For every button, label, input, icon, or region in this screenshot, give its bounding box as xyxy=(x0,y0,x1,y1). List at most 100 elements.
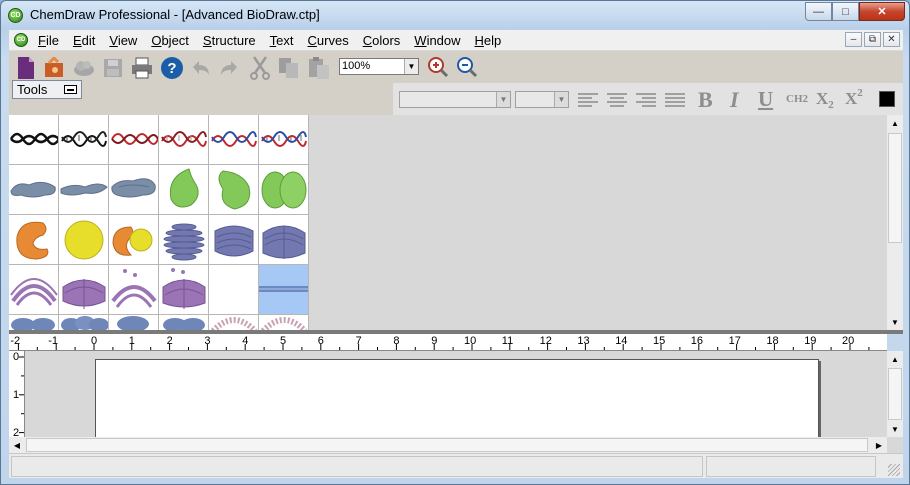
menu-structure[interactable]: Structure xyxy=(203,33,256,48)
status-pane-main xyxy=(11,456,703,477)
menu-text[interactable]: Text xyxy=(270,33,294,48)
minimize-icon: – xyxy=(850,34,857,45)
mdi-minimize-button[interactable]: – xyxy=(845,32,862,47)
golgi-stack-tool[interactable] xyxy=(159,215,209,265)
redo-button[interactable] xyxy=(216,55,242,81)
menu-file[interactable]: File xyxy=(38,33,59,48)
green-cell-2-tool[interactable] xyxy=(209,165,259,215)
document-icon[interactable]: CD xyxy=(14,33,28,47)
er-arc-3-tool[interactable] xyxy=(109,265,159,315)
zoom-in-button[interactable] xyxy=(425,54,451,80)
dna-double-helix-black-tool[interactable] xyxy=(9,115,59,165)
menu-view[interactable]: View xyxy=(109,33,137,48)
ruler-label: 0 xyxy=(13,351,20,363)
save-button[interactable] xyxy=(100,55,126,81)
scroll-right-icon[interactable]: ▶ xyxy=(871,437,887,453)
font-select[interactable]: ▼ xyxy=(399,91,511,108)
menu-help[interactable]: Help xyxy=(475,33,502,48)
chemdraw-app-icon[interactable]: CD xyxy=(8,8,23,23)
resize-grip-icon[interactable] xyxy=(888,464,900,476)
orange-yellow-complex-tool[interactable] xyxy=(109,215,159,265)
open-icon xyxy=(45,57,63,77)
scroll-down-icon[interactable]: ▼ xyxy=(887,314,903,330)
align-center-icon[interactable] xyxy=(606,92,628,108)
lipid-bilayer-2-tool[interactable] xyxy=(259,315,309,330)
green-cell-tool[interactable] xyxy=(159,165,209,215)
title-bar[interactable]: CD ChemDraw Professional - [Advanced Bio… xyxy=(1,1,909,29)
ruler-label: 1 xyxy=(13,388,20,401)
canvas-vertical-scrollbar[interactable]: ▲ ▼ xyxy=(887,351,903,437)
scroll-left-icon[interactable]: ◀ xyxy=(9,437,25,453)
scrollbar-thumb[interactable] xyxy=(888,133,902,243)
rna-helix-red-tool[interactable] xyxy=(109,115,159,165)
green-cell-3-tool[interactable] xyxy=(259,165,309,215)
grey-membrane-3-tool[interactable] xyxy=(109,165,159,215)
underline-button[interactable]: U xyxy=(758,87,773,112)
close-button[interactable]: ✕ xyxy=(859,2,905,21)
scroll-down-icon[interactable]: ▼ xyxy=(887,421,903,437)
scrollbar-thumb[interactable] xyxy=(26,438,868,452)
scrollbar-corner xyxy=(887,437,903,453)
cut-button[interactable] xyxy=(247,55,273,81)
subscript-button[interactable]: X2 xyxy=(816,89,834,111)
document-page[interactable] xyxy=(95,359,819,437)
new-document-button[interactable] xyxy=(13,55,39,81)
open-button[interactable] xyxy=(42,55,68,81)
palette-vertical-scrollbar[interactable]: ▲ ▼ xyxy=(887,115,903,330)
justify-icon[interactable] xyxy=(664,92,686,108)
blue-receptor-tool[interactable] xyxy=(9,315,59,330)
grey-membrane-tool[interactable] xyxy=(9,165,59,215)
er-arc-4-tool[interactable] xyxy=(159,265,209,315)
dna-helix-black-tool[interactable] xyxy=(59,115,109,165)
superscript-button[interactable]: X2 xyxy=(845,87,863,109)
drawing-canvas-area[interactable] xyxy=(25,351,887,437)
menu-colors[interactable]: Colors xyxy=(363,33,401,48)
menu-object[interactable]: Object xyxy=(151,33,189,48)
menu-edit[interactable]: Edit xyxy=(73,33,95,48)
membrane-tool-selected[interactable] xyxy=(259,265,309,315)
blue-receptor-4-tool[interactable] xyxy=(159,315,209,330)
menu-window[interactable]: Window xyxy=(414,33,460,48)
font-size-select[interactable]: ▼ xyxy=(515,91,569,108)
scroll-up-icon[interactable]: ▲ xyxy=(887,115,903,131)
online-button[interactable] xyxy=(71,55,97,81)
panel-menu-icon[interactable] xyxy=(64,85,77,94)
dna-helix-red-blue-tool[interactable] xyxy=(209,115,259,165)
chevron-down-icon[interactable]: ▼ xyxy=(404,59,418,74)
golgi-stack-2-tool[interactable] xyxy=(209,215,259,265)
er-arc-tool[interactable] xyxy=(9,265,59,315)
scrollbar-thumb[interactable] xyxy=(888,368,902,420)
blue-receptor-3-tool[interactable] xyxy=(109,315,159,330)
help-button[interactable]: ? xyxy=(159,55,185,81)
minimize-button[interactable]: — xyxy=(805,2,832,21)
palette-empty-area xyxy=(309,115,887,330)
formula-button[interactable]: CH2 xyxy=(786,93,808,105)
dna-helix-red-blue-2-tool[interactable] xyxy=(259,115,309,165)
scroll-up-icon[interactable]: ▲ xyxy=(887,351,903,367)
er-arc-2-tool[interactable] xyxy=(59,265,109,315)
blue-receptor-2-tool[interactable] xyxy=(59,315,109,330)
grey-membrane-2-tool[interactable] xyxy=(59,165,109,215)
italic-button[interactable]: I xyxy=(730,87,739,113)
copy-button[interactable] xyxy=(276,55,302,81)
orange-protein-tool[interactable] xyxy=(9,215,59,265)
golgi-stack-3-tool[interactable] xyxy=(259,215,309,265)
paste-button[interactable] xyxy=(306,55,332,81)
align-left-icon[interactable] xyxy=(577,92,599,108)
zoom-select[interactable]: 100% ▼ xyxy=(339,58,419,75)
undo-button[interactable] xyxy=(188,55,214,81)
print-button[interactable] xyxy=(129,55,155,81)
tools-panel-toggle[interactable]: Tools xyxy=(12,80,82,99)
zoom-out-button[interactable] xyxy=(454,54,480,80)
dna-helix-red-tool[interactable] xyxy=(159,115,209,165)
yellow-sphere-tool[interactable] xyxy=(59,215,109,265)
canvas-horizontal-scrollbar[interactable]: ◀ ▶ xyxy=(9,437,887,453)
maximize-button[interactable]: □ xyxy=(832,2,859,21)
align-right-icon[interactable] xyxy=(635,92,657,108)
mdi-close-button[interactable]: ✕ xyxy=(883,32,900,47)
bold-button[interactable]: B xyxy=(698,87,713,113)
lipid-bilayer-tool[interactable] xyxy=(209,315,259,330)
text-color-button[interactable] xyxy=(879,91,895,107)
mdi-restore-button[interactable]: ⧉ xyxy=(864,32,881,47)
menu-curves[interactable]: Curves xyxy=(308,33,349,48)
